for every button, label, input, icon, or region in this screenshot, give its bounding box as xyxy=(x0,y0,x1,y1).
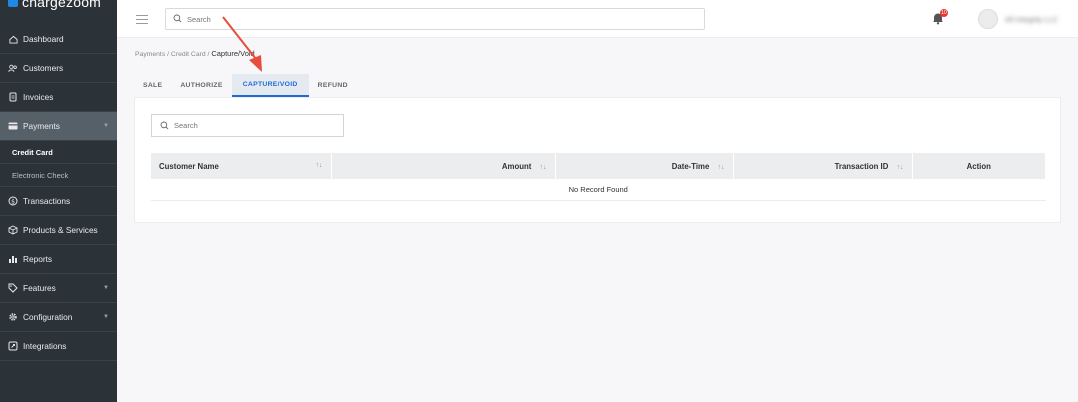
sidebar-subitem-credit-card[interactable]: Credit Card xyxy=(0,141,117,164)
sidebar-item-label: Reports xyxy=(23,254,53,264)
sidebar-subitem-electronic-check[interactable]: Electronic Check xyxy=(0,164,117,187)
column-transaction-id[interactable]: Transaction ID ↑↓ xyxy=(733,153,913,179)
search-icon xyxy=(173,10,182,28)
tab-sale[interactable]: SALE xyxy=(134,74,171,97)
tab-authorize[interactable]: AUTHORIZE xyxy=(171,74,231,97)
user-name: All Integrity LLC xyxy=(1005,14,1058,24)
column-amount[interactable]: Amount ↑↓ xyxy=(331,153,556,179)
search-icon xyxy=(160,117,169,135)
topbar: 10 All Integrity LLC xyxy=(117,0,1078,38)
column-customer-name[interactable]: Customer Name ↑↓ xyxy=(151,153,332,179)
sidebar-item-label: Products & Services xyxy=(23,225,98,235)
column-label: Transaction ID xyxy=(834,161,889,171)
chevron-down-icon: ▼ xyxy=(103,285,109,291)
tag-icon xyxy=(8,283,18,293)
chevron-down-icon: ▼ xyxy=(103,314,109,320)
gear-icon xyxy=(8,312,18,322)
sidebar-item-reports[interactable]: Reports xyxy=(0,245,117,274)
global-search-input[interactable] xyxy=(187,14,665,24)
sidebar-item-integrations[interactable]: Integrations xyxy=(0,332,117,361)
chart-icon xyxy=(8,254,18,264)
sidebar-item-label: Features xyxy=(23,283,56,293)
sidebar-nav: Dashboard Customers Invoices Payments ▼ … xyxy=(0,25,117,361)
tab-refund[interactable]: REFUND xyxy=(309,74,357,97)
breadcrumb-credit-card[interactable]: Credit Card xyxy=(171,51,206,58)
sort-icon: ↑↓ xyxy=(315,161,323,169)
box-icon xyxy=(8,225,18,235)
sidebar-item-features[interactable]: Features ▼ xyxy=(0,274,117,303)
sidebar-item-products-services[interactable]: Products & Services xyxy=(0,216,117,245)
users-icon xyxy=(8,63,18,73)
dollar-icon: $ xyxy=(8,196,18,206)
user-menu[interactable]: All Integrity LLC xyxy=(978,9,1058,29)
menu-toggle-icon[interactable] xyxy=(136,15,148,27)
chevron-down-icon: ▼ xyxy=(103,123,109,129)
sidebar-item-customers[interactable]: Customers xyxy=(0,54,117,83)
breadcrumb: Payments / Credit Card / Capture/Void xyxy=(135,49,255,58)
table-header-row: Customer Name ↑↓ Amount ↑↓ Date-Time ↑↓ … xyxy=(151,153,1046,179)
plug-icon xyxy=(8,341,18,351)
column-date-time[interactable]: Date-Time ↑↓ xyxy=(555,153,734,179)
table-row: No Record Found xyxy=(151,179,1046,201)
sidebar-item-label: Dashboard xyxy=(23,34,64,44)
sidebar-item-label: Configuration xyxy=(23,312,73,322)
sidebar-item-label: Transactions xyxy=(23,196,71,206)
column-label: Customer Name xyxy=(159,161,219,171)
column-label: Date-Time xyxy=(671,161,710,171)
svg-text:$: $ xyxy=(11,198,15,205)
invoice-icon xyxy=(8,92,18,102)
sidebar: chargezoom Dashboard Customers Invoices … xyxy=(0,0,117,402)
avatar xyxy=(978,9,999,29)
sidebar-item-label: Invoices xyxy=(23,92,54,102)
empty-message: No Record Found xyxy=(151,179,1046,201)
transactions-table: Customer Name ↑↓ Amount ↑↓ Date-Time ↑↓ … xyxy=(151,153,1046,201)
table-search xyxy=(151,114,344,137)
column-action: Action xyxy=(912,153,1046,179)
sidebar-item-label: Integrations xyxy=(23,341,67,351)
home-icon xyxy=(8,34,18,44)
sidebar-item-payments[interactable]: Payments ▼ xyxy=(0,112,117,141)
sort-icon: ↑↓ xyxy=(539,163,547,171)
notification-badge: 10 xyxy=(940,9,948,17)
sidebar-item-transactions[interactable]: $ Transactions xyxy=(0,187,117,216)
breadcrumb-payments[interactable]: Payments xyxy=(135,51,165,58)
brand-name: chargezoom xyxy=(22,0,102,10)
brand: chargezoom xyxy=(0,0,117,12)
sidebar-item-label: Customers xyxy=(23,63,64,73)
table-search-input[interactable] xyxy=(174,121,339,130)
payment-tabs: SALE AUTHORIZE CAPTURE/VOID REFUND xyxy=(134,74,357,97)
sidebar-item-configuration[interactable]: Configuration ▼ xyxy=(0,303,117,332)
notifications-button[interactable]: 10 xyxy=(931,9,948,25)
global-search xyxy=(165,8,705,30)
column-label: Amount xyxy=(501,161,532,171)
transactions-card: Customer Name ↑↓ Amount ↑↓ Date-Time ↑↓ … xyxy=(134,97,1061,223)
sidebar-item-invoices[interactable]: Invoices xyxy=(0,83,117,112)
sort-icon: ↑↓ xyxy=(717,163,725,171)
sidebar-item-label: Payments xyxy=(23,121,60,131)
column-label: Action xyxy=(966,161,991,171)
tab-capture-void[interactable]: CAPTURE/VOID xyxy=(231,74,309,97)
brand-logo[interactable]: chargezoom xyxy=(8,0,101,10)
sidebar-item-dashboard[interactable]: Dashboard xyxy=(0,25,117,54)
card-icon xyxy=(8,121,18,131)
logo-mark-icon xyxy=(8,0,18,7)
sort-icon: ↑↓ xyxy=(896,163,904,171)
breadcrumb-current: Capture/Void xyxy=(211,49,255,58)
